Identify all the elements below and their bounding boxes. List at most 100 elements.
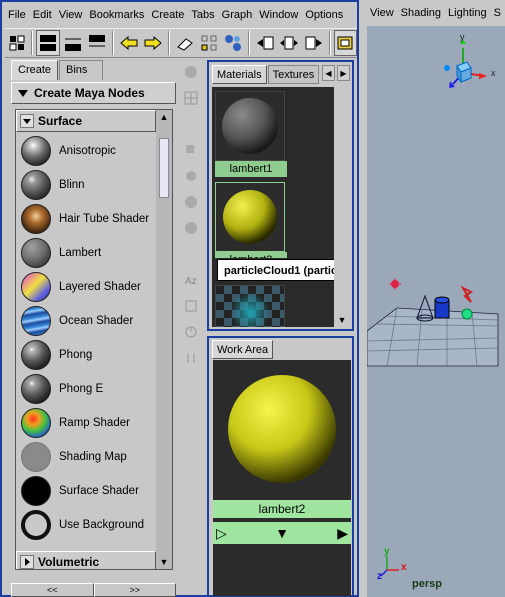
scroll-up-icon[interactable]: ▲	[156, 110, 172, 124]
section-surface[interactable]: Surface	[16, 110, 156, 132]
menu-tabs[interactable]: Tabs	[188, 7, 218, 23]
perspective-viewport[interactable]: y x y x z persp	[367, 26, 505, 597]
node-label: Anisotropic	[59, 145, 116, 157]
node-item-surface-shader[interactable]: Surface Shader	[18, 474, 154, 508]
clear-graph-icon[interactable]	[333, 30, 358, 56]
node-item-blinn[interactable]: Blinn	[18, 168, 154, 202]
axis-z-label: z	[377, 571, 382, 582]
node-item-shading-map[interactable]: Shading Map	[18, 440, 154, 474]
axis-indicator-icon	[380, 556, 399, 577]
arrow-left-icon[interactable]	[117, 30, 140, 56]
tab-materials[interactable]: Materials	[212, 65, 267, 84]
menu-edit[interactable]: Edit	[30, 7, 56, 23]
anisotropic-swatch-icon	[21, 136, 51, 166]
create-maya-nodes-dropdown[interactable]: Create Maya Nodes	[11, 82, 176, 104]
vp-menu-shading[interactable]: Shading	[398, 5, 445, 21]
menu-window[interactable]: Window	[256, 7, 302, 23]
node-label: Shading Map	[59, 451, 127, 463]
vp-menu-lighting[interactable]: Lighting	[445, 5, 491, 21]
small-icons-icon[interactable]	[180, 140, 202, 160]
layout-top-icon[interactable]	[36, 30, 60, 56]
create-bar-panel: Create Bins Create Maya Nodes Surface An…	[5, 60, 177, 597]
hair-tube-shader-swatch-icon	[21, 204, 51, 234]
input-output-icon[interactable]	[278, 30, 301, 56]
play-icon[interactable]: ▶	[337, 525, 348, 542]
material-tile-lambert2[interactable]	[215, 182, 285, 252]
hypershade-side-toolbar: Az	[180, 60, 204, 380]
node-item-use-background[interactable]: Use Background	[18, 508, 154, 542]
scene-graphics: y x y x z persp	[367, 32, 499, 590]
vp-menu-show[interactable]: S	[491, 5, 505, 21]
scroll-down-icon[interactable]: ▼	[156, 555, 172, 569]
cube-x-label: x	[491, 68, 496, 78]
tab-bins[interactable]: Bins	[59, 60, 104, 80]
node-item-ocean-shader[interactable]: Ocean Shader	[18, 304, 154, 338]
view-cube-icon	[444, 39, 487, 88]
graph-toggle-icon[interactable]	[5, 30, 28, 56]
material-tile-lambert1[interactable]	[215, 91, 285, 161]
tab-create[interactable]: Create	[11, 60, 59, 80]
graph-network-icon[interactable]	[222, 30, 245, 56]
play-outline-icon[interactable]: ▷	[216, 525, 227, 542]
node-label: Use Background	[59, 519, 145, 531]
nav-prev-button[interactable]: <<	[11, 583, 94, 597]
tab-scroll-left-icon[interactable]: ◀	[322, 65, 335, 81]
node-item-hair-tube-shader[interactable]: Hair Tube Shader	[18, 202, 154, 236]
eraser-icon[interactable]	[173, 30, 196, 56]
sort-type-icon[interactable]	[180, 296, 202, 316]
grid-icon[interactable]	[180, 88, 202, 108]
lambert1-sphere-icon	[216, 92, 284, 160]
node-item-lambert[interactable]: Lambert	[18, 236, 154, 270]
node-item-ramp-shader[interactable]: Ramp Shader	[18, 406, 154, 440]
material-tile-particle-cloud[interactable]	[215, 285, 285, 327]
menu-file[interactable]: File	[5, 7, 30, 23]
node-label: Surface Shader	[59, 485, 139, 497]
xlarge-icons-icon[interactable]	[180, 218, 202, 238]
graph-nodes-icon[interactable]	[197, 30, 220, 56]
scroll-down-icon[interactable]: ▼	[334, 313, 350, 327]
menu-options[interactable]: Options	[302, 7, 347, 23]
expand-node-icon[interactable]: ▼	[275, 525, 289, 541]
node-item-anisotropic[interactable]: Anisotropic	[18, 134, 154, 168]
node-item-phong[interactable]: Phong	[18, 338, 154, 372]
node-label: Blinn	[59, 179, 85, 191]
scrollbar-thumb[interactable]	[159, 138, 169, 198]
menu-view[interactable]: View	[56, 7, 87, 23]
tab-scroll-right-icon[interactable]: ▶	[337, 65, 350, 81]
node-list-scrollbar[interactable]: ▲ ▼	[156, 110, 172, 569]
layout-single-icon[interactable]	[85, 30, 108, 56]
use-background-swatch-icon	[21, 510, 51, 540]
menu-bookmarks[interactable]: Bookmarks	[86, 7, 148, 23]
medium-icons-icon[interactable]	[180, 166, 202, 186]
materials-scrollbar[interactable]: ▼	[334, 87, 350, 327]
arrow-right-icon[interactable]	[141, 30, 164, 56]
work-area-node-controls: ▷ ▼ ▶	[213, 522, 351, 544]
output-connections-icon[interactable]	[302, 30, 325, 56]
node-item-layered-shader[interactable]: Layered Shader	[18, 270, 154, 304]
viewport-menubar: View Shading Lighting S	[367, 5, 505, 21]
axis-x-label: x	[401, 562, 407, 573]
node-item-phong-e[interactable]: Phong E	[18, 372, 154, 406]
tab-textures[interactable]: Textures	[267, 65, 320, 84]
node-list: Surface Anisotropic Blinn Hair Tube Shad…	[15, 109, 173, 570]
work-area-node-label: lambert2	[213, 500, 351, 518]
input-connections-icon[interactable]	[253, 30, 276, 56]
reverse-order-icon[interactable]	[180, 348, 202, 368]
nav-next-button[interactable]: >>	[93, 583, 176, 597]
sort-time-icon[interactable]	[180, 322, 202, 342]
sort-name-icon[interactable]: Az	[180, 270, 202, 290]
surface-node-items: Anisotropic Blinn Hair Tube Shader Lambe…	[18, 134, 154, 542]
menu-create[interactable]: Create	[148, 7, 188, 23]
large-icons-icon[interactable]	[180, 192, 202, 212]
tab-work-area[interactable]: Work Area	[212, 340, 274, 359]
axis-y-label: y	[384, 546, 390, 557]
material-label-lambert1: lambert1	[215, 161, 287, 177]
layout-bottom-icon[interactable]	[61, 30, 84, 56]
shading-map-swatch-icon	[21, 442, 51, 472]
node-label: Hair Tube Shader	[59, 213, 150, 225]
vp-menu-view[interactable]: View	[367, 5, 398, 21]
materials-tabs: Materials Textures	[212, 65, 320, 84]
section-volumetric[interactable]: Volumetric	[16, 551, 156, 569]
menu-graph[interactable]: Graph	[219, 7, 257, 23]
sphere-swatch-icon[interactable]	[180, 62, 202, 82]
